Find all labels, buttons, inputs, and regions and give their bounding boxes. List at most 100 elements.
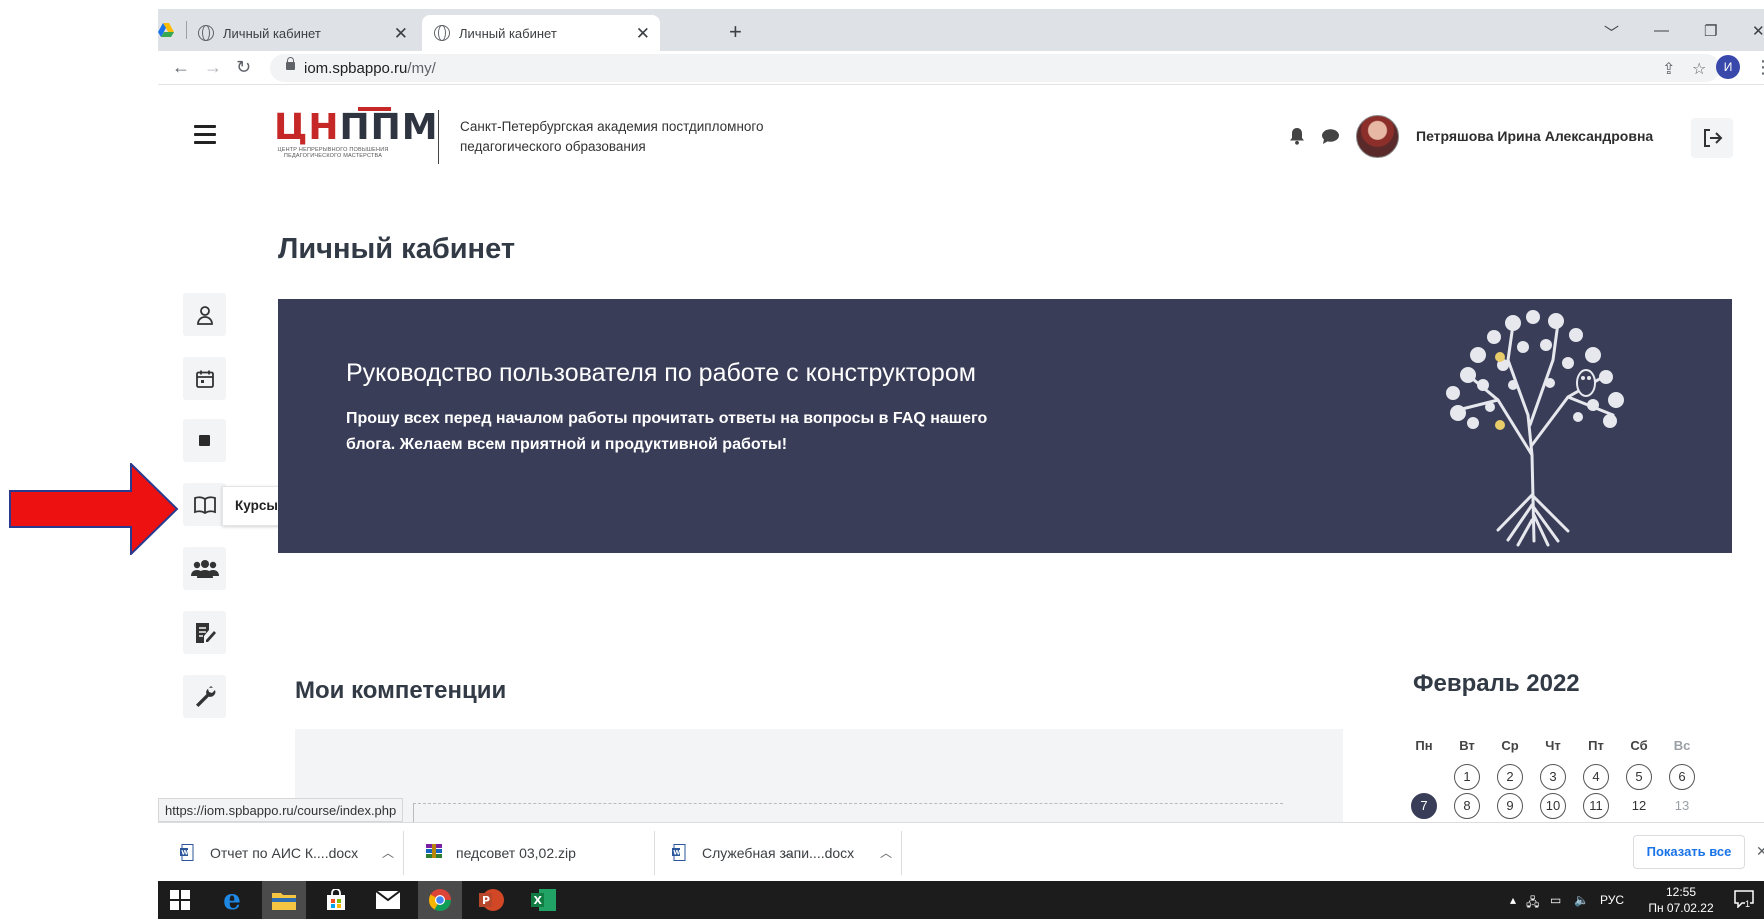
minimize-button[interactable]: — xyxy=(1654,22,1669,39)
forward-arrow-icon[interactable]: → xyxy=(204,57,222,78)
calendar-day[interactable]: 6 xyxy=(1669,764,1695,790)
chat-bubble-icon[interactable] xyxy=(1321,128,1340,145)
new-tab-button[interactable]: + xyxy=(729,21,742,43)
bookmark-star-icon[interactable]: ☆ xyxy=(1692,59,1706,79)
logout-button[interactable] xyxy=(1691,118,1733,158)
tab-title: Личный кабинет xyxy=(459,25,557,41)
zip-archive-icon xyxy=(426,844,442,861)
drawer-item-groups[interactable] xyxy=(183,547,226,590)
calendar-day[interactable]: 1 xyxy=(1454,764,1480,790)
file-explorer-icon[interactable] xyxy=(262,881,306,919)
close-downloads-icon[interactable]: ✕ xyxy=(1756,843,1764,860)
powerpoint-icon[interactable]: P xyxy=(470,881,514,919)
calendar-weekday: Пн xyxy=(1415,738,1433,753)
calendar-day[interactable]: 5 xyxy=(1626,764,1652,790)
page-title: Личный кабинет xyxy=(278,233,516,265)
download-item[interactable]: педсовет 03,02.zip ︿ xyxy=(426,823,794,882)
calendar-day[interactable]: 13 xyxy=(1669,793,1695,819)
reload-icon[interactable]: ↻ xyxy=(236,57,251,78)
maximize-button[interactable]: ❐ xyxy=(1704,22,1717,40)
globe-icon xyxy=(198,25,214,41)
logo-subtitle: ЦЕНТР НЕПРЕРЫВНОГО ПОВЫШЕНИЯ ПЕДАГОГИЧЕС… xyxy=(277,147,389,159)
calendar-day[interactable]: 8 xyxy=(1454,793,1480,819)
tab-divider xyxy=(186,21,187,39)
chrome-icon[interactable] xyxy=(418,881,462,919)
volume-icon[interactable]: 🔈 xyxy=(1574,893,1589,907)
calendar-weekday: Вт xyxy=(1459,738,1475,753)
tree-illustration xyxy=(1446,310,1624,547)
screen: Личный кабинет ✕ Личный кабинет ✕ + ﹀ — … xyxy=(0,0,1764,919)
drawer-item-settings[interactable] xyxy=(183,675,226,718)
calendar-day[interactable]: 11 xyxy=(1583,793,1609,819)
calendar-day-today[interactable]: 7 xyxy=(1411,793,1437,819)
download-item[interactable]: W Отчет по АИС К....docx ︿ xyxy=(180,823,394,882)
tab-search-button[interactable]: ﹀ xyxy=(1604,22,1619,43)
svg-text:W: W xyxy=(181,849,188,857)
calendar-weekday: Ср xyxy=(1501,738,1519,753)
tab-close-icon[interactable]: ✕ xyxy=(636,25,650,42)
menu-kebab-icon[interactable]: ⋮ xyxy=(1754,57,1764,78)
drawer-item-documents[interactable] xyxy=(183,611,226,654)
calendar-month-title: Февраль 2022 xyxy=(1413,670,1580,697)
tab-lichny-kabinet-2[interactable]: Личный кабинет ✕ xyxy=(422,15,660,51)
competencies-title: Мои компетенции xyxy=(295,677,507,704)
notification-count: 1 xyxy=(1745,899,1751,909)
drawer-item-courses[interactable] xyxy=(183,483,226,526)
calendar-day[interactable]: 3 xyxy=(1540,764,1566,790)
chevron-up-icon[interactable]: ︿ xyxy=(880,844,892,861)
svg-text:W: W xyxy=(673,849,680,857)
tab-close-icon[interactable]: ✕ xyxy=(394,25,408,42)
tab-title: Личный кабинет xyxy=(223,25,321,41)
calendar-weekday: Вс xyxy=(1673,738,1691,753)
user-icon xyxy=(196,305,213,325)
calendar-day[interactable]: 2 xyxy=(1497,764,1523,790)
word-doc-icon: W xyxy=(672,844,686,861)
hamburger-menu-icon[interactable] xyxy=(194,125,216,144)
downloads-bar: W Отчет по АИС К....docx ︿ педсовет 03,0… xyxy=(158,822,1764,881)
edge-icon[interactable]: e xyxy=(210,881,254,919)
notification-center-icon[interactable]: 1 xyxy=(1734,890,1754,910)
download-divider xyxy=(654,831,655,875)
windows-start-icon[interactable] xyxy=(158,881,202,919)
calendar-day[interactable]: 9 xyxy=(1497,793,1523,819)
bell-icon[interactable] xyxy=(1289,127,1305,145)
globe-icon xyxy=(434,25,450,41)
address-bar[interactable]: iom.spbappo.ru/my/ ⇪ ☆ xyxy=(270,54,1720,82)
group-icon xyxy=(190,559,219,578)
banner-text: Прошу всех перед началом работы прочитат… xyxy=(346,410,988,453)
user-avatar[interactable] xyxy=(1356,115,1399,158)
system-clock[interactable]: 12:55 Пн 07.02.22 xyxy=(1648,884,1714,916)
download-item[interactable]: W Служебная запи....docx ︿ xyxy=(672,823,892,882)
window-close-button[interactable]: ✕ xyxy=(1752,22,1764,40)
store-icon[interactable] xyxy=(314,881,358,919)
drawer-item-profile[interactable] xyxy=(183,293,226,336)
calendar-day[interactable]: 4 xyxy=(1583,764,1609,790)
tray-expand-icon[interactable]: ▴ xyxy=(1510,893,1516,907)
chevron-up-icon[interactable]: ︿ xyxy=(382,844,394,861)
user-name[interactable]: Петряшова Ирина Александровна xyxy=(1416,128,1653,144)
profile-avatar[interactable]: И xyxy=(1716,55,1740,79)
download-filename: Отчет по АИС К....docx xyxy=(210,844,359,861)
clock-date: Пн 07.02.22 xyxy=(1648,901,1714,915)
show-all-downloads-button[interactable]: Показать все xyxy=(1633,835,1745,869)
tab-lichny-kabinet-1[interactable]: Личный кабинет ✕ xyxy=(196,15,418,51)
status-url-bubble: https://iom.spbappo.ru/course/index.php xyxy=(158,798,404,822)
calendar-day[interactable]: 12 xyxy=(1626,793,1652,819)
drawer-item-calendar[interactable] xyxy=(183,357,226,400)
share-icon[interactable]: ⇪ xyxy=(1662,59,1675,79)
excel-icon[interactable]: X xyxy=(522,881,566,919)
network-icon[interactable]: 🖧 xyxy=(1526,893,1539,914)
mail-icon[interactable] xyxy=(366,881,410,919)
keyboard-language[interactable]: РУС xyxy=(1600,893,1624,907)
google-drive-icon[interactable] xyxy=(158,23,174,37)
announcement-banner: Руководство пользователя по работе с кон… xyxy=(278,299,1732,553)
display-icon[interactable]: ▭ xyxy=(1550,893,1561,907)
site-logo[interactable]: ЦНППМ ЦЕНТР НЕПРЕРЫВНОГО ПОВЫШЕНИЯ ПЕДАГ… xyxy=(274,107,438,165)
download-divider xyxy=(403,831,404,875)
browser-tab-bar: Личный кабинет ✕ Личный кабинет ✕ + ﹀ — … xyxy=(158,9,1764,51)
calendar-weekday: Чт xyxy=(1545,738,1561,753)
calendar-day[interactable]: 10 xyxy=(1540,793,1566,819)
logo-accent-bar xyxy=(358,107,391,111)
back-arrow-icon[interactable]: ← xyxy=(172,57,190,78)
drawer-item-block[interactable] xyxy=(183,419,226,462)
